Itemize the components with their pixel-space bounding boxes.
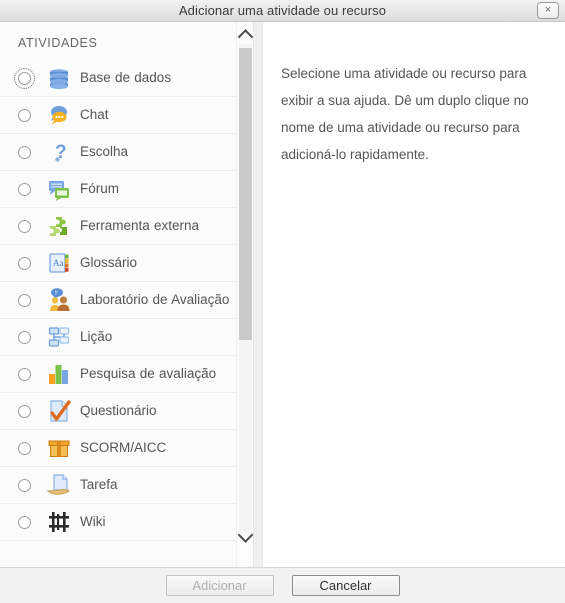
- activities-scrollbar[interactable]: [236, 22, 253, 567]
- list-item-glossary[interactable]: Aa Glossário: [0, 245, 253, 282]
- cancel-button[interactable]: Cancelar: [291, 575, 400, 596]
- list-item-scorm[interactable]: SCORM/AICC: [0, 430, 253, 467]
- radio-choice[interactable]: [18, 145, 31, 159]
- assignment-hand-icon: [46, 472, 72, 498]
- scroll-down-button[interactable]: [237, 526, 253, 545]
- radio-glossary[interactable]: [18, 256, 31, 270]
- list-item-label: Fórum: [80, 181, 120, 196]
- radio-lesson[interactable]: [18, 330, 31, 344]
- list-item-choice[interactable]: ? Escolha: [0, 134, 253, 171]
- list-item-label: Tarefa: [80, 477, 118, 492]
- activities-pane: ATIVIDADES Base de dados Chat ? Escolha …: [0, 22, 253, 567]
- chevron-down-icon: [237, 526, 253, 543]
- radio-workshop[interactable]: [18, 293, 31, 307]
- scorm-package-icon: [46, 435, 72, 461]
- list-item-chat[interactable]: Chat: [0, 97, 253, 134]
- radio-forum[interactable]: [18, 182, 31, 196]
- radio-scorm[interactable]: [18, 441, 31, 455]
- list-item-external-tool[interactable]: Ferramenta externa: [0, 208, 253, 245]
- puzzle-piece-icon: [46, 213, 72, 239]
- dialog-titlebar: Adicionar uma atividade ou recurso ×: [0, 0, 565, 22]
- list-item-label: Pesquisa de avaliação: [80, 366, 217, 381]
- chat-bubbles-icon: [46, 102, 72, 128]
- question-mark-icon: ?: [46, 139, 72, 165]
- radio-database[interactable]: [14, 67, 35, 89]
- pane-divider: [253, 22, 263, 567]
- dialog-footer: Adicionar Cancelar: [0, 567, 565, 603]
- list-item-label: Glossário: [80, 255, 138, 270]
- list-item-survey[interactable]: Pesquisa de avaliação: [0, 356, 253, 393]
- dialog-body: ATIVIDADES Base de dados Chat ? Escolha …: [0, 22, 565, 567]
- workshop-people-icon: !!: [46, 287, 72, 313]
- forum-bubbles-icon: [46, 176, 72, 202]
- close-icon: ×: [544, 4, 552, 16]
- list-item-quiz[interactable]: Questionário: [0, 393, 253, 430]
- list-item-forum[interactable]: Fórum: [0, 171, 253, 208]
- list-item-assignment[interactable]: Tarefa: [0, 467, 253, 504]
- add-activity-dialog: Adicionar uma atividade ou recurso × ATI…: [0, 0, 565, 603]
- list-item-label: Lição: [80, 329, 113, 344]
- lesson-flowchart-icon: [46, 324, 72, 350]
- list-item-workshop[interactable]: !! Laboratório de Avaliação: [0, 282, 253, 319]
- radio-wiki[interactable]: [18, 515, 31, 529]
- dialog-title: Adicionar uma atividade ou recurso: [178, 3, 387, 18]
- scroll-up-button[interactable]: [237, 26, 253, 45]
- list-item-label: SCORM/AICC: [80, 440, 167, 455]
- activities-heading: ATIVIDADES: [18, 36, 98, 50]
- svg-text:Aa: Aa: [53, 258, 64, 268]
- list-item-label: Chat: [80, 107, 109, 122]
- list-item-label: Wiki: [80, 514, 106, 529]
- add-button[interactable]: Adicionar: [165, 575, 274, 596]
- quiz-checkmark-icon: [46, 398, 72, 424]
- close-button[interactable]: ×: [537, 2, 559, 19]
- list-item-label: Questionário: [80, 403, 157, 418]
- scrollbar-thumb[interactable]: [239, 48, 252, 340]
- help-pane: Selecione uma atividade ou recurso para …: [263, 22, 565, 567]
- radio-chat[interactable]: [18, 108, 31, 122]
- wiki-grid-icon: [46, 509, 72, 535]
- list-item-label: Base de dados: [80, 70, 172, 85]
- list-item-database[interactable]: Base de dados: [0, 60, 253, 97]
- radio-external-tool[interactable]: [18, 219, 31, 233]
- bar-chart-icon: [46, 361, 72, 387]
- list-item-lesson[interactable]: Lição: [0, 319, 253, 356]
- radio-assignment[interactable]: [18, 478, 31, 492]
- database-icon: [46, 65, 72, 91]
- chevron-up-icon: [237, 28, 253, 45]
- list-item-label: Escolha: [80, 144, 129, 159]
- list-item-wiki[interactable]: Wiki: [0, 504, 253, 541]
- svg-text:!!: !!: [55, 291, 59, 297]
- list-item-label: Ferramenta externa: [80, 218, 200, 233]
- radio-quiz[interactable]: [18, 404, 31, 418]
- help-text: Selecione uma atividade ou recurso para …: [281, 66, 529, 162]
- radio-survey[interactable]: [18, 367, 31, 381]
- glossary-book-icon: Aa: [46, 250, 72, 276]
- list-item-label: Laboratório de Avaliação: [80, 292, 230, 307]
- activities-list: Base de dados Chat ? Escolha Fórum Ferra…: [0, 60, 253, 541]
